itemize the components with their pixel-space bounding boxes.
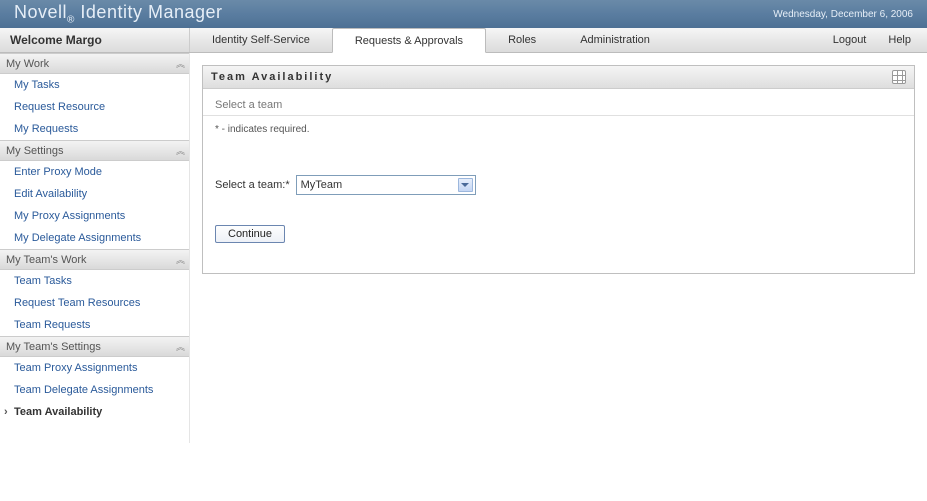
brand: Novell® Identity Manager: [14, 2, 223, 26]
sidebar-section-title: My Team's Work: [6, 254, 87, 266]
sidebar-item-team-availability[interactable]: Team Availability: [0, 401, 189, 423]
brand-suffix: Identity Manager: [80, 2, 222, 22]
sidebar-section-my-settings[interactable]: My Settings ︽: [0, 140, 189, 161]
grid-icon[interactable]: [892, 70, 906, 84]
logout-link[interactable]: Logout: [833, 34, 867, 46]
sidebar-item-my-delegate-assignments[interactable]: My Delegate Assignments: [0, 227, 189, 249]
panel-title: Team Availability: [211, 71, 333, 83]
tab-administration[interactable]: Administration: [558, 27, 672, 52]
tab-requests-approvals[interactable]: Requests & Approvals: [332, 28, 486, 53]
sidebar-section-my-teams-work[interactable]: My Team's Work ︽: [0, 249, 189, 270]
select-team-value: MyTeam: [301, 179, 343, 191]
sidebar-item-request-team-resources[interactable]: Request Team Resources: [0, 292, 189, 314]
chevron-down-icon: [458, 178, 473, 192]
main-tabs: Identity Self-Service Requests & Approva…: [190, 28, 833, 52]
collapse-icon: ︽: [176, 253, 183, 266]
form-row-select-team: Select a team:* MyTeam: [215, 175, 902, 195]
panel-team-availability: Team Availability Select a team * - indi…: [202, 65, 915, 274]
sidebar-item-my-requests[interactable]: My Requests: [0, 118, 189, 140]
sidebar-section-title: My Team's Settings: [6, 341, 101, 353]
brand-prefix: Novell: [14, 2, 67, 22]
continue-button[interactable]: Continue: [215, 225, 285, 243]
app-header: Novell® Identity Manager Wednesday, Dece…: [0, 0, 927, 28]
panel-header: Team Availability: [203, 66, 914, 89]
welcome-text: Welcome Margo: [0, 28, 190, 52]
sidebar-section-my-teams-settings[interactable]: My Team's Settings ︽: [0, 336, 189, 357]
sidebar-section-title: My Work: [6, 58, 49, 70]
required-note: * - indicates required.: [215, 124, 902, 135]
sidebar-item-edit-availability[interactable]: Edit Availability: [0, 183, 189, 205]
collapse-icon: ︽: [176, 57, 183, 70]
header-right-links: Logout Help: [833, 28, 927, 52]
panel-body: * - indicates required. Select a team:* …: [203, 116, 914, 273]
main-content: Team Availability Select a team * - indi…: [190, 53, 927, 443]
sidebar-section-my-work[interactable]: My Work ︽: [0, 53, 189, 74]
sidebar-section-title: My Settings: [6, 145, 63, 157]
collapse-icon: ︽: [176, 144, 183, 157]
sidebar-item-team-requests[interactable]: Team Requests: [0, 314, 189, 336]
registered-mark: ®: [67, 15, 75, 26]
sub-header: Welcome Margo Identity Self-Service Requ…: [0, 28, 927, 53]
tab-identity-self-service[interactable]: Identity Self-Service: [190, 27, 332, 52]
sidebar-item-request-resource[interactable]: Request Resource: [0, 96, 189, 118]
select-team-dropdown[interactable]: MyTeam: [296, 175, 476, 195]
help-link[interactable]: Help: [888, 34, 911, 46]
sidebar-item-my-tasks[interactable]: My Tasks: [0, 74, 189, 96]
sidebar-item-my-proxy-assignments[interactable]: My Proxy Assignments: [0, 205, 189, 227]
collapse-icon: ︽: [176, 340, 183, 353]
select-team-label: Select a team:*: [215, 179, 290, 191]
panel-subtitle: Select a team: [203, 89, 914, 116]
tab-roles[interactable]: Roles: [486, 27, 558, 52]
sidebar-item-enter-proxy-mode[interactable]: Enter Proxy Mode: [0, 161, 189, 183]
sidebar-item-team-tasks[interactable]: Team Tasks: [0, 270, 189, 292]
sidebar-item-team-delegate-assignments[interactable]: Team Delegate Assignments: [0, 379, 189, 401]
header-date: Wednesday, December 6, 2006: [773, 9, 913, 20]
sidebar: My Work ︽ My Tasks Request Resource My R…: [0, 53, 190, 443]
sidebar-item-team-proxy-assignments[interactable]: Team Proxy Assignments: [0, 357, 189, 379]
